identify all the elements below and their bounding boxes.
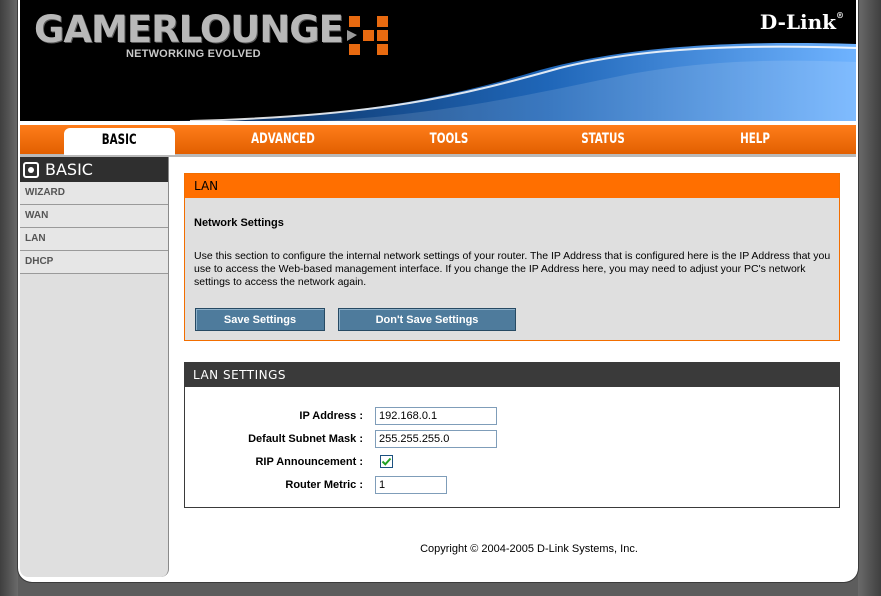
lan-panel-title: LAN bbox=[185, 174, 839, 198]
ip-address-row: IP Address : bbox=[185, 407, 839, 427]
gamerlounge-logo: GAMERLOUNGE NETWORKING EVOLVED bbox=[34, 8, 391, 60]
rip-announcement-row: RIP Announcement : bbox=[185, 453, 839, 473]
lan-panel: LAN Network Settings Use this section to… bbox=[184, 173, 840, 341]
sidebar-title: BASIC bbox=[45, 160, 93, 179]
lan-settings-title: LAN SETTINGS bbox=[185, 363, 839, 387]
router-metric-input[interactable] bbox=[375, 476, 447, 494]
sidebar-item-wizard[interactable]: WIZARD bbox=[20, 182, 168, 205]
sidebar-item-lan[interactable]: LAN bbox=[20, 228, 168, 251]
subnet-mask-row: Default Subnet Mask : bbox=[185, 430, 839, 450]
sidebar-item-dhcp[interactable]: DHCP bbox=[20, 251, 168, 274]
subnet-mask-input[interactable] bbox=[375, 430, 497, 448]
router-metric-row: Router Metric : bbox=[185, 476, 839, 496]
lan-settings-panel: LAN SETTINGS IP Address : Default Subnet… bbox=[184, 362, 840, 508]
lan-description: Use this section to configure the intern… bbox=[194, 250, 831, 288]
router-metric-label: Router Metric : bbox=[285, 479, 363, 491]
logo-mark-icon bbox=[346, 16, 388, 55]
basic-section-icon bbox=[23, 161, 39, 178]
ip-address-input[interactable] bbox=[375, 407, 497, 425]
copyright-text: Copyright © 2004-2005 D-Link Systems, In… bbox=[420, 543, 638, 555]
tab-status[interactable]: STATUS bbox=[558, 125, 648, 154]
tab-basic[interactable]: BASIC bbox=[64, 128, 175, 155]
dlink-brand-logo: D-Link® bbox=[759, 10, 844, 34]
rip-announcement-label: RIP Announcement : bbox=[255, 456, 363, 468]
main-nav-tabs: BASIC ADVANCED TOOLS STATUS HELP bbox=[20, 125, 856, 157]
dont-save-settings-button[interactable]: Don't Save Settings bbox=[338, 308, 516, 331]
ip-address-label: IP Address : bbox=[299, 410, 363, 422]
window-left-edge bbox=[0, 0, 18, 596]
checkmark-icon bbox=[381, 457, 392, 466]
tab-advanced[interactable]: ADVANCED bbox=[238, 125, 328, 154]
rip-announcement-checkbox[interactable] bbox=[380, 455, 393, 468]
page-header: GAMERLOUNGE NETWORKING EVOLVED D-Link® bbox=[20, 0, 856, 121]
subnet-mask-label: Default Subnet Mask : bbox=[248, 433, 363, 445]
sidebar-item-wan[interactable]: WAN bbox=[20, 205, 168, 228]
window-right-edge bbox=[858, 0, 881, 596]
save-settings-button[interactable]: Save Settings bbox=[195, 308, 325, 331]
tab-help[interactable]: HELP bbox=[710, 125, 800, 154]
logo-title: GAMERLOUNGE bbox=[34, 8, 344, 51]
sidebar-header: BASIC bbox=[20, 157, 168, 182]
router-page-frame: GAMERLOUNGE NETWORKING EVOLVED D-Link® B… bbox=[18, 0, 858, 582]
network-settings-heading: Network Settings bbox=[194, 217, 284, 229]
tab-tools[interactable]: TOOLS bbox=[404, 125, 494, 154]
sidebar: BASIC WIZARD WAN LAN DHCP bbox=[20, 157, 169, 577]
logo-tagline: NETWORKING EVOLVED bbox=[126, 48, 261, 60]
